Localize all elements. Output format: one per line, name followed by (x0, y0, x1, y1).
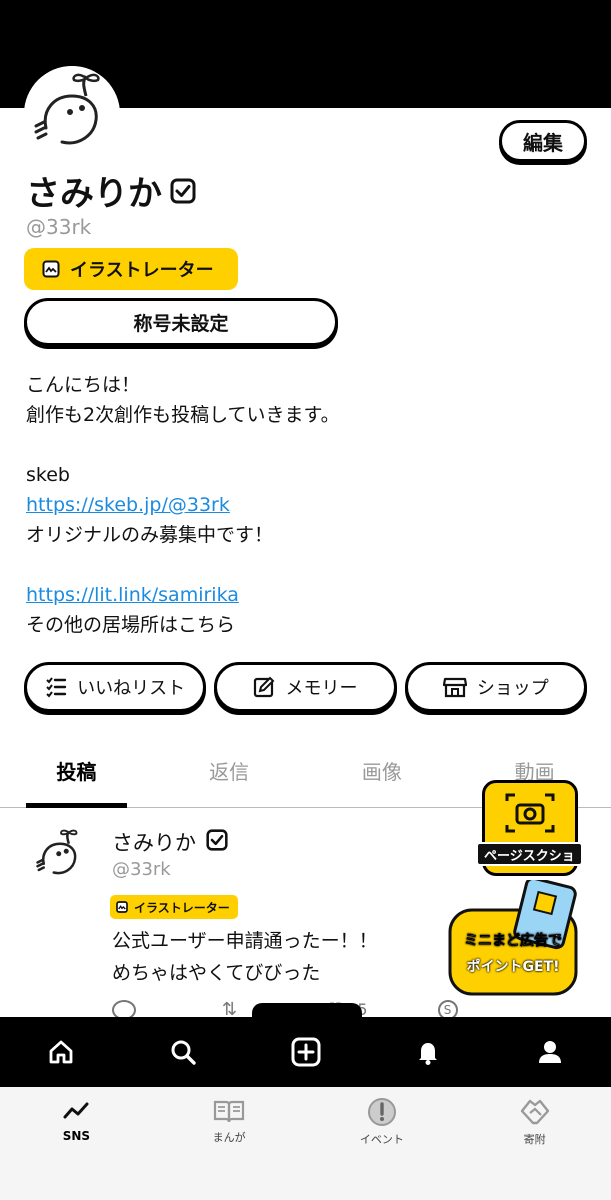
main-navbar (0, 1017, 611, 1087)
illustrator-icon (116, 901, 128, 913)
skeb-link[interactable]: https://skeb.jp/@33rk (26, 494, 230, 516)
bottom-tab-sns-label: SNS (62, 1129, 91, 1143)
nav-home[interactable] (0, 1017, 122, 1087)
bio-line: 創作も2次創作も投稿していきます。 (26, 404, 340, 426)
bottom-tab-donation[interactable]: 寄附 (458, 1087, 611, 1200)
mini-ad-promo[interactable]: ミニまど広告で ポイントGET! (446, 876, 580, 998)
post-role-badge-label: イラストレーター (134, 900, 230, 915)
reply-icon[interactable] (112, 999, 136, 1017)
bio-line: こんにちは！ (26, 374, 141, 396)
bottom-tab-manga[interactable]: まんが (153, 1087, 306, 1200)
edit-profile-button[interactable]: 編集 (499, 120, 587, 162)
repost-icon[interactable]: ⇅ (222, 999, 237, 1017)
post-text-line: めちゃはやくてびびった (112, 962, 321, 984)
post-text-line: 公式ユーザー申請通ったー！！ (112, 930, 378, 952)
bottom-tab-manga-label: まんが (212, 1131, 246, 1144)
bottom-tab-donation-label: 寄附 (523, 1133, 546, 1146)
post-role-badge: イラストレーター (110, 895, 238, 919)
book-icon (214, 1100, 245, 1123)
create-post-icon (291, 1037, 320, 1067)
home-icon (49, 1040, 73, 1064)
shop-label: ショップ (476, 678, 549, 699)
litlink-link[interactable]: https://lit.link/samirika (26, 584, 239, 606)
role-badge-label: イラストレーター (70, 260, 214, 281)
post-author-name: さみりか (112, 831, 196, 855)
bottom-tab-event[interactable]: イベント (306, 1087, 459, 1200)
bird-avatar-icon (30, 825, 90, 885)
display-name-text: さみりか (26, 174, 162, 214)
memory-label: メモリー (285, 678, 358, 699)
shop-icon (442, 677, 467, 698)
bird-avatar-icon (24, 66, 120, 162)
role-badge[interactable]: イラストレーター (24, 248, 238, 290)
post-author-handle: @33rk (112, 859, 171, 880)
verified-check-icon (206, 828, 228, 856)
title-setting-button[interactable]: 称号未設定 (24, 298, 338, 346)
nav-search[interactable] (122, 1017, 244, 1087)
bio-line: その他の居場所はこちら (26, 614, 236, 636)
handshake-icon (520, 1099, 549, 1125)
shop-button[interactable]: ショップ (404, 662, 587, 712)
likes-list-label: いいねリスト (77, 678, 186, 699)
trend-line-icon (63, 1102, 89, 1119)
post-body: 公式ユーザー申請通ったー！！ めちゃはやくてびびった (112, 925, 378, 989)
bottom-tab-event-label: イベント (359, 1133, 404, 1146)
page-screenshot-label[interactable]: ページスクショ (476, 842, 583, 866)
likes-list-button[interactable]: いいねリスト (24, 662, 207, 712)
post-author[interactable]: さみりか (112, 827, 228, 857)
memory-button[interactable]: メモリー (214, 662, 397, 712)
ad-line-1: ミニまど広告で (464, 933, 563, 950)
profile-actions: いいねリスト メモリー ショップ (24, 662, 587, 712)
nav-create-post[interactable] (244, 1017, 366, 1087)
search-icon (171, 1040, 196, 1065)
exclamation-circle-icon (367, 1098, 396, 1126)
tab-images[interactable]: 画像 (306, 744, 459, 807)
bell-icon (418, 1043, 437, 1065)
camera-icon (505, 793, 555, 833)
bio-line: オリジナルのみ募集中です！ (26, 524, 274, 546)
illustrator-icon (42, 260, 60, 278)
edit-note-icon (254, 676, 275, 698)
tab-posts[interactable]: 投稿 (0, 744, 153, 808)
tab-replies[interactable]: 返信 (153, 744, 306, 807)
user-handle: @33rk (26, 215, 92, 239)
service-bottom-bar: SNS まんが イベント 寄附 (0, 1087, 611, 1200)
bio-line: skeb (26, 464, 70, 486)
profile-bio: こんにちは！ 創作も2次創作も投稿していきます。 skeb https://sk… (26, 370, 586, 640)
nav-profile[interactable] (489, 1017, 611, 1087)
nav-notifications[interactable] (367, 1017, 489, 1087)
profile-avatar[interactable] (24, 66, 120, 162)
verified-check-icon (170, 178, 196, 204)
ad-line-2: ポイントGET! (466, 959, 560, 975)
bottom-tab-sns[interactable]: SNS (0, 1087, 153, 1200)
list-icon (46, 677, 67, 698)
profile-icon (538, 1041, 561, 1063)
post-avatar[interactable] (30, 825, 90, 885)
tip-icon[interactable]: S (437, 999, 458, 1017)
display-name: さみりか (26, 166, 196, 215)
